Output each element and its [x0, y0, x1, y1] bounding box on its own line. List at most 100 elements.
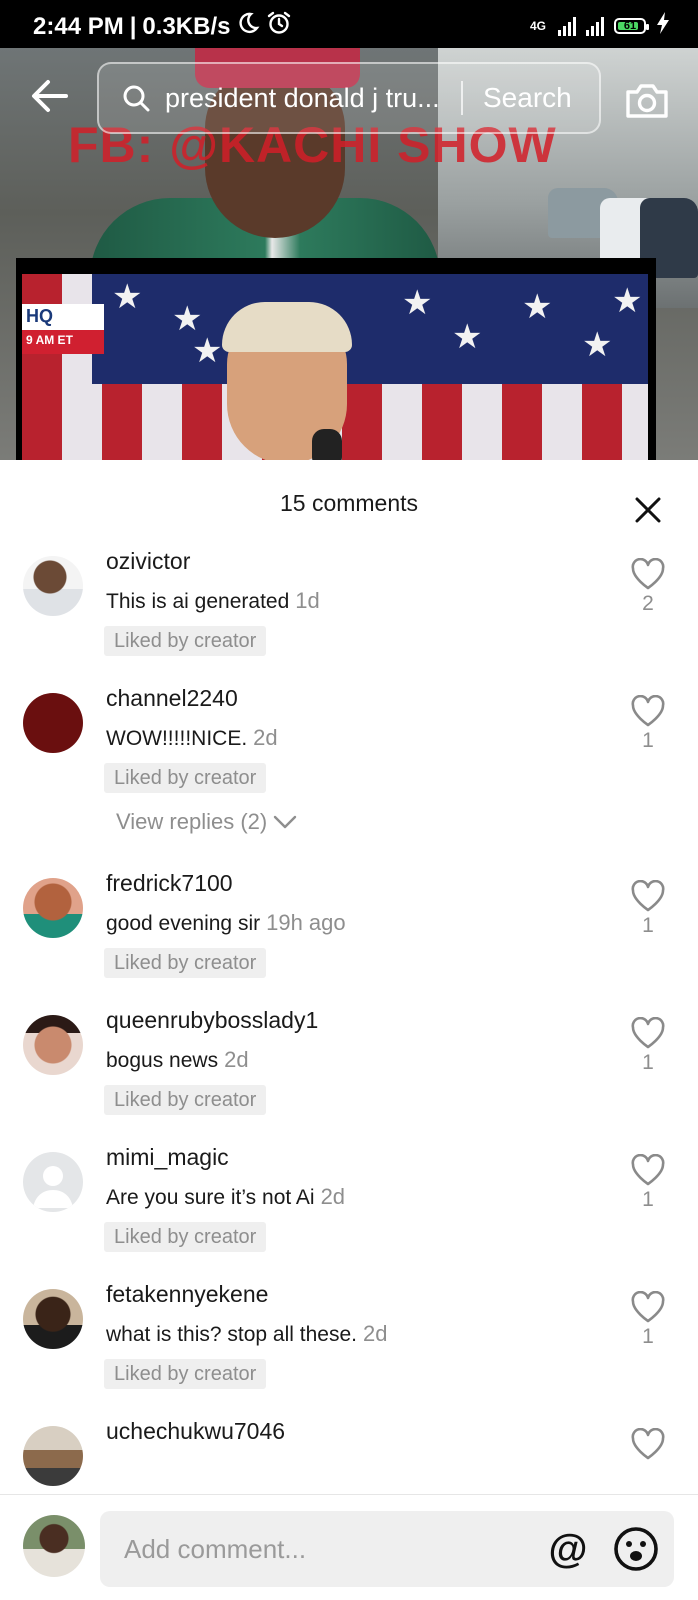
comment-body: WOW!!!!!NICE.	[106, 727, 248, 750]
star-icon: ★	[192, 332, 223, 370]
avatar[interactable]	[23, 1015, 83, 1075]
news-badge-bottom: 9 AM ET	[22, 330, 104, 354]
close-icon	[635, 497, 661, 523]
heart-icon	[631, 1291, 665, 1323]
news-badge: HQ 9 AM ET	[22, 304, 104, 354]
star-icon: ★	[612, 282, 643, 320]
star-icon: ★	[112, 278, 143, 316]
comment-text: WOW!!!!!NICE. 2d	[106, 725, 278, 751]
avatar[interactable]	[23, 693, 83, 753]
inset-broadcast: ★ ★ ★ ★ ★ ★ ★ ★ HQ 9 AM ET	[16, 258, 656, 460]
comment-username[interactable]: fredrick7100	[106, 870, 233, 897]
heart-icon	[631, 695, 665, 727]
view-replies-label: View replies (2)	[116, 809, 268, 834]
like-button[interactable]: 2	[626, 558, 670, 638]
like-button[interactable]: 1	[626, 695, 670, 775]
comment-item: channel2240 WOW!!!!!NICE. 2d Liked by cre…	[0, 685, 698, 834]
avatar[interactable]	[23, 1426, 83, 1486]
avatar[interactable]	[23, 1289, 83, 1349]
default-avatar-icon[interactable]	[23, 1152, 83, 1212]
battery-level: 61	[623, 19, 637, 32]
comment-item: ozivictor This is ai generated 1d Liked b…	[0, 548, 698, 678]
charging-icon	[656, 12, 670, 39]
liked-by-creator-badge: Liked by creator	[104, 948, 267, 978]
mention-button[interactable]: @	[544, 1525, 592, 1573]
liked-by-creator-badge: Liked by creator	[104, 763, 267, 793]
status-right: 4G 61	[530, 12, 670, 39]
comment-input-box[interactable]: @	[100, 1511, 674, 1587]
camera-icon	[626, 84, 668, 118]
my-avatar	[23, 1515, 85, 1577]
emoji-button[interactable]	[612, 1525, 660, 1573]
view-replies-button[interactable]: View replies (2)	[116, 809, 297, 835]
comment-body: bogus news	[106, 1049, 219, 1072]
heart-icon	[631, 1428, 665, 1460]
liked-by-creator-badge: Liked by creator	[104, 1085, 267, 1115]
like-button[interactable]: 1	[626, 1291, 670, 1371]
like-count: 2	[642, 592, 654, 615]
like-button[interactable]: 1	[626, 1017, 670, 1097]
speaker-hair	[222, 302, 352, 352]
star-icon: ★	[582, 326, 613, 364]
comment-composer: @	[0, 1494, 698, 1600]
avatar[interactable]	[23, 556, 83, 616]
comment-time: 2d	[224, 1047, 249, 1072]
comment-body: This is ai generated	[106, 590, 290, 613]
search-divider	[461, 81, 463, 115]
comment-username[interactable]: channel2240	[106, 685, 238, 712]
signal-icon	[558, 16, 576, 36]
comment-item: fredrick7100 good evening sir 19h ago Lik…	[0, 870, 698, 1000]
comment-item: fetakennyekene what is this? stop all th…	[0, 1281, 698, 1411]
heart-icon	[631, 1154, 665, 1186]
like-button[interactable]: 1	[626, 1154, 670, 1234]
comments-count-title: 15 comments	[279, 490, 419, 516]
status-bar: 2:44 PM | 0.3KB/s 4G 61	[0, 0, 698, 48]
news-badge-top: HQ	[22, 304, 104, 330]
camera-button[interactable]	[624, 80, 670, 120]
avatar[interactable]	[23, 878, 83, 938]
liked-by-creator-badge: Liked by creator	[104, 626, 267, 656]
battery-icon: 61	[614, 17, 649, 34]
network-type: 4G	[529, 18, 546, 33]
heart-icon	[631, 880, 665, 912]
back-arrow-icon	[32, 80, 68, 112]
comment-text: good evening sir 19h ago	[106, 910, 346, 936]
comment-username[interactable]: queenrubybosslady1	[106, 1007, 318, 1034]
star-icon: ★	[522, 288, 553, 326]
comment-username[interactable]: fetakennyekene	[106, 1281, 268, 1308]
liked-by-creator-badge: Liked by creator	[104, 1359, 267, 1389]
comment-username[interactable]: uchechukwu7046	[106, 1418, 285, 1445]
microphone	[312, 429, 342, 460]
search-query[interactable]: president donald j tru...	[165, 83, 455, 114]
star-icon: ★	[172, 300, 203, 338]
like-count: 1	[642, 1051, 654, 1074]
search-button[interactable]: Search	[483, 82, 572, 114]
comment-body: what is this? stop all these.	[106, 1323, 357, 1346]
back-button[interactable]	[28, 76, 72, 116]
comment-item: mimi_magic Are you sure it’s not Ai 2d Li…	[0, 1144, 698, 1274]
like-count: 1	[642, 729, 654, 752]
status-speed: 0.3KB/s	[142, 12, 231, 40]
chevron-down-icon	[274, 815, 297, 829]
search-icon	[119, 81, 153, 115]
heart-icon	[631, 1017, 665, 1049]
comment-body: good evening sir	[106, 912, 261, 935]
status-time: 2:44 PM	[33, 12, 124, 40]
comment-text: Are you sure it’s not Ai 2d	[106, 1184, 345, 1210]
comment-text: what is this? stop all these. 2d	[106, 1321, 387, 1347]
close-button[interactable]	[628, 490, 668, 530]
comment-time: 19h ago	[266, 910, 346, 935]
comment-text: This is ai generated 1d	[106, 588, 320, 614]
like-count: 1	[642, 1325, 654, 1348]
comment-time: 2d	[362, 1321, 388, 1346]
comment-time: 2d	[253, 725, 278, 750]
search-bar[interactable]: president donald j tru... Search	[97, 62, 601, 134]
liked-by-creator-badge: Liked by creator	[104, 1222, 267, 1252]
star-icon: ★	[452, 318, 483, 356]
moon-icon	[236, 11, 260, 42]
comment-input[interactable]	[124, 1511, 504, 1587]
comment-username[interactable]: ozivictor	[106, 548, 190, 575]
like-button[interactable]: 1	[626, 880, 670, 960]
comment-body: Are you sure it’s not Ai	[106, 1186, 315, 1209]
comment-username[interactable]: mimi_magic	[106, 1144, 229, 1171]
